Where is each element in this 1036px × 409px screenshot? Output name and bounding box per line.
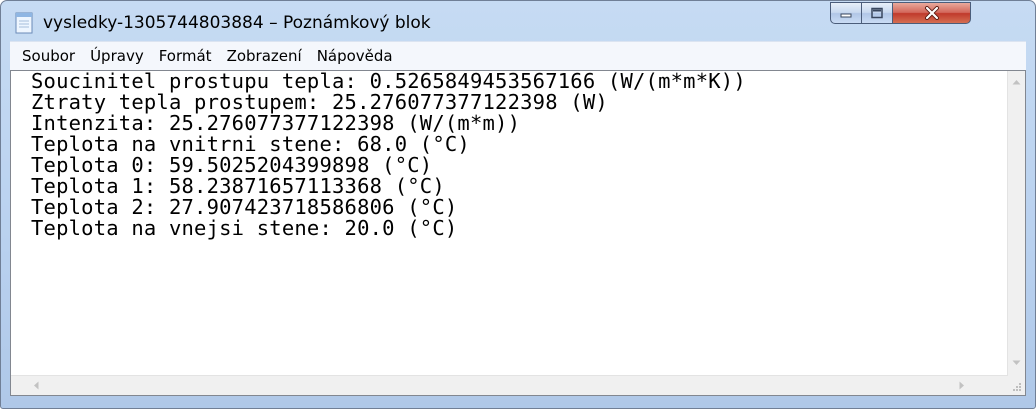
- maximize-button[interactable]: [861, 2, 893, 24]
- close-button[interactable]: [892, 2, 971, 24]
- close-icon: [924, 6, 939, 20]
- horizontal-scrollbar[interactable]: [11, 375, 1007, 395]
- minimize-button[interactable]: [830, 2, 862, 24]
- scroll-left-arrow-icon[interactable]: [33, 381, 39, 390]
- notepad-icon: [15, 12, 33, 34]
- scroll-down-arrow-icon[interactable]: [1012, 360, 1021, 366]
- text-line: Ztraty tepla prostupem: 25.2760773771223…: [31, 90, 608, 114]
- scroll-right-arrow-icon[interactable]: [959, 381, 965, 390]
- text-line: Intenzita: 25.276077377122398 (W/(m*m)): [31, 111, 521, 135]
- window-title: vysledky-1305744803884 – Poznámkový blok: [43, 13, 431, 33]
- text-line: Teplota 1: 58.23871657113368 (°C): [31, 174, 445, 198]
- text-line: Teplota na vnitrni stene: 68.0 (°C): [31, 132, 470, 156]
- vertical-scrollbar[interactable]: [1007, 71, 1025, 376]
- menu-soubor[interactable]: Soubor: [10, 47, 82, 65]
- text-line: Soucinitel prostupu tepla: 0.52658494535…: [31, 71, 746, 93]
- menu-zobrazeni[interactable]: Zobrazení: [219, 47, 309, 65]
- text-line: Teplota 2: 27.907423718586806 (°C): [31, 195, 458, 219]
- resize-grip[interactable]: [1007, 376, 1025, 395]
- text-content[interactable]: Soucinitel prostupu tepla: 0.52658494535…: [31, 71, 995, 371]
- text-editor[interactable]: Soucinitel prostupu tepla: 0.52658494535…: [10, 70, 1026, 396]
- title-bar[interactable]: vysledky-1305744803884 – Poznámkový blok: [1, 1, 1035, 41]
- resize-grip-icon: [1013, 383, 1021, 391]
- notepad-window: vysledky-1305744803884 – Poznámkový blok…: [0, 0, 1036, 409]
- text-line: Teplota na vnejsi stene: 20.0 (°C): [31, 216, 458, 240]
- minimize-icon: [840, 13, 852, 18]
- scroll-up-arrow-icon[interactable]: [1012, 79, 1021, 85]
- text-line: Teplota 0: 59.5025204399898 (°C): [31, 153, 433, 177]
- maximize-icon: [871, 7, 883, 19]
- menu-napoveda[interactable]: Nápověda: [309, 47, 400, 65]
- menu-upravy[interactable]: Úpravy: [82, 47, 151, 65]
- menu-format[interactable]: Formát: [151, 47, 219, 65]
- menu-bar: Soubor Úpravy Formát Zobrazení Nápověda: [10, 41, 1026, 70]
